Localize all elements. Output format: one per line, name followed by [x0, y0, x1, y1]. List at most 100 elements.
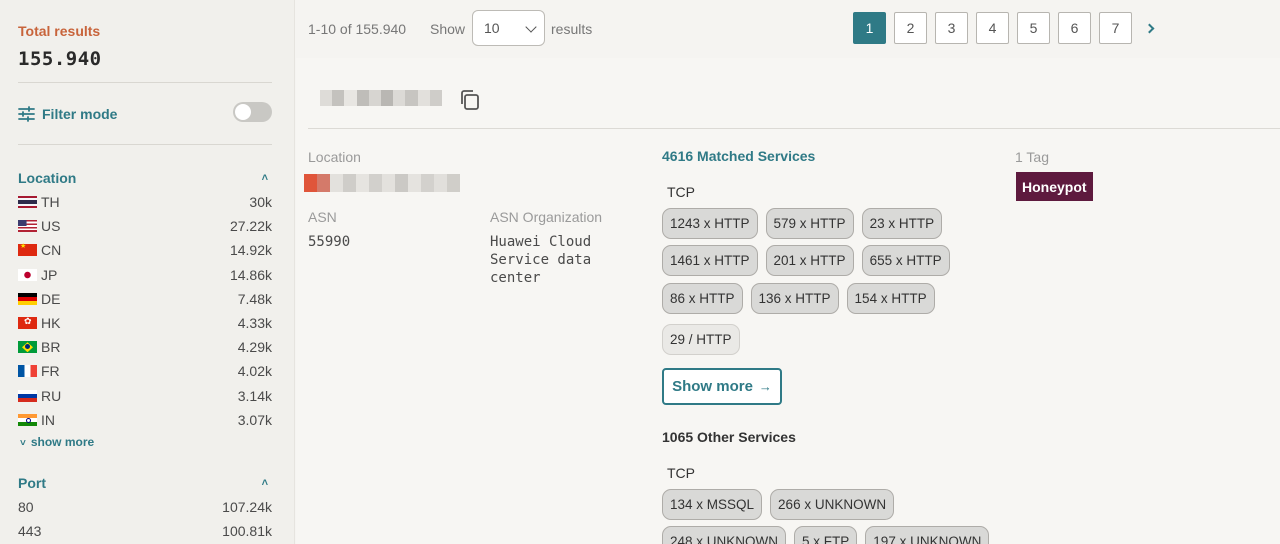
location-facet-item[interactable]: CN 14.92k — [18, 238, 272, 262]
per-page-select[interactable]: 10 — [472, 10, 545, 46]
location-facet-item[interactable]: TH 30k — [18, 190, 272, 214]
service-chip[interactable]: 134 x MSSQL — [662, 489, 763, 520]
show-more-button-label: Show more — [672, 378, 753, 395]
toggle-knob — [235, 104, 251, 120]
service-chip[interactable]: 154 x HTTP — [846, 283, 935, 314]
country-code: BR — [41, 339, 61, 356]
chevron-up-icon[interactable]: ˄ — [262, 477, 272, 489]
facet-count: 4.02k — [237, 363, 272, 380]
page-5-button[interactable]: 5 — [1017, 12, 1050, 44]
country-code: FR — [41, 363, 60, 380]
matched-services-row: 29 / HTTP — [662, 324, 740, 355]
asn-organization-label: ASN Organization — [490, 209, 603, 225]
country-flag-icon — [18, 292, 37, 305]
page-3-button[interactable]: 3 — [935, 12, 968, 44]
service-chip[interactable]: 579 x HTTP — [765, 208, 854, 239]
location-facet-item[interactable]: FR 4.02k — [18, 359, 272, 383]
location-facet-item[interactable]: US 27.22k — [18, 214, 272, 238]
service-chip[interactable]: 201 x HTTP — [765, 245, 854, 276]
facet-item-left: JP — [18, 267, 57, 283]
total-results-label: Total results — [18, 23, 101, 39]
page-1-button[interactable]: 1 — [853, 12, 886, 44]
service-chip[interactable]: 5 x FTP — [794, 526, 858, 544]
sidebar-divider — [18, 144, 272, 145]
asn-organization-line: Service data — [490, 252, 592, 268]
location-facet-item[interactable]: JP 14.86k — [18, 263, 272, 287]
copy-icon[interactable] — [458, 88, 482, 112]
other-services-title: 1065 Other Services — [662, 429, 796, 445]
matched-protocol-label: TCP — [667, 184, 695, 200]
location-facet-item[interactable]: RU 3.14k — [18, 384, 272, 408]
card-divider — [308, 128, 1280, 129]
port-facet-item[interactable]: 443 100.81k — [18, 519, 272, 543]
service-chip[interactable]: 1243 x HTTP — [662, 208, 758, 239]
page-4-button[interactable]: 4 — [976, 12, 1009, 44]
location-facet-item[interactable]: IN 3.07k — [18, 408, 272, 432]
filter-mode-toggle[interactable] — [233, 102, 272, 122]
location-facet-title: Location — [18, 170, 77, 186]
country-code: CN — [41, 242, 62, 259]
location-facet-item[interactable]: HK 4.33k — [18, 311, 272, 335]
page-2-button[interactable]: 2 — [894, 12, 927, 44]
location-show-more[interactable]: ˅ show more — [20, 435, 94, 449]
country-flag-icon — [18, 196, 37, 209]
country-flag-icon — [18, 220, 37, 233]
facet-item-left: HK — [18, 315, 60, 331]
service-chip[interactable]: 655 x HTTP — [861, 245, 950, 276]
service-chip[interactable]: 29 / HTTP — [662, 324, 740, 355]
country-flag-icon — [18, 341, 37, 354]
other-services-row: 134 x MSSQL 266 x UNKNOWN — [662, 489, 895, 520]
location-label: Location — [308, 149, 361, 165]
service-chip[interactable]: 266 x UNKNOWN — [770, 489, 895, 520]
asn-organization-line: center — [490, 270, 541, 286]
matched-services-row: 1243 x HTTP 579 x HTTP 23 x HTTP — [662, 208, 943, 239]
sidebar-divider — [18, 82, 272, 83]
chevron-up-icon[interactable]: ˄ — [262, 172, 272, 184]
page-7-button[interactable]: 7 — [1099, 12, 1132, 44]
location-facet-item[interactable]: DE 7.48k — [18, 287, 272, 311]
matched-services-row: 86 x HTTP 136 x HTTP 154 x HTTP — [662, 283, 935, 314]
country-code: HK — [41, 315, 61, 332]
matched-services-title[interactable]: 4616 Matched Services — [662, 148, 815, 164]
chevron-right-icon — [1144, 23, 1154, 33]
facet-item-left: RU — [18, 388, 61, 404]
next-page-button[interactable] — [1140, 12, 1160, 44]
facet-item-left: FR — [18, 363, 60, 379]
page-6-button[interactable]: 6 — [1058, 12, 1091, 44]
facet-item-left: CN — [18, 242, 61, 258]
country-flag-icon — [18, 389, 37, 402]
location-facet-item[interactable]: BR 4.29k — [18, 335, 272, 359]
port-facet-header[interactable]: Port ˄ — [18, 475, 272, 491]
results-label: results — [551, 21, 593, 37]
total-results-value: 155.940 — [18, 48, 102, 70]
facet-item-left: BR — [18, 339, 60, 355]
other-services-row: 248 x UNKNOWN 5 x FTP 197 x UNKNOWN — [662, 526, 990, 544]
arrow-right-icon: → — [758, 379, 772, 394]
country-code: JP — [41, 266, 58, 283]
port-facet-item[interactable]: 80 107.24k — [18, 495, 272, 519]
country-code: DE — [41, 290, 61, 307]
service-chip[interactable]: 1461 x HTTP — [662, 245, 758, 276]
show-more-button[interactable]: Show more → — [662, 368, 782, 405]
facet-count: 3.07k — [237, 411, 272, 428]
honeypot-tag[interactable]: Honeypot — [1016, 172, 1093, 201]
service-chip[interactable]: 197 x UNKNOWN — [865, 526, 990, 544]
service-chip[interactable]: 136 x HTTP — [750, 283, 839, 314]
facet-count: 4.33k — [237, 315, 272, 332]
country-code: US — [41, 218, 61, 235]
location-facet-header[interactable]: Location ˄ — [18, 170, 272, 186]
chevron-down-icon: ˅ — [20, 438, 26, 449]
chevron-down-icon — [525, 21, 537, 33]
service-chip[interactable]: 86 x HTTP — [662, 283, 743, 314]
facet-count: 30k — [249, 194, 272, 211]
service-chip[interactable]: 23 x HTTP — [861, 208, 943, 239]
country-code: RU — [41, 387, 62, 404]
country-flag-icon — [18, 268, 37, 281]
asn-label: ASN — [308, 209, 337, 225]
service-chip[interactable]: 248 x UNKNOWN — [662, 526, 787, 544]
facet-item-left: TH — [18, 194, 60, 210]
facet-count: 14.92k — [229, 242, 272, 259]
filter-mode-button[interactable]: Filter mode — [18, 103, 117, 125]
facet-count: 3.14k — [237, 387, 272, 404]
show-label: Show — [430, 21, 466, 37]
